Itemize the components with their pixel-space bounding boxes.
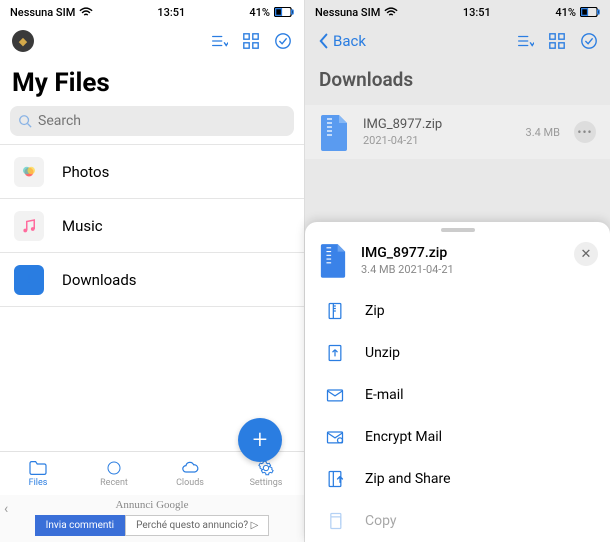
folder-list: Photos Music Downloads xyxy=(0,144,304,307)
grid-icon[interactable] xyxy=(548,32,566,50)
check-circle-icon[interactable] xyxy=(274,32,292,50)
check-circle-icon[interactable] xyxy=(580,32,598,50)
search-input[interactable] xyxy=(10,106,294,136)
clock: 13:51 xyxy=(463,6,491,19)
battery-icon xyxy=(274,7,294,17)
row-downloads[interactable]: Downloads xyxy=(0,253,304,307)
ad-area: ‹ Annunci Google Invia commenti Perché q… xyxy=(0,495,304,542)
row-label: Downloads xyxy=(62,271,137,289)
row-label: Music xyxy=(62,217,103,235)
chevron-left-icon xyxy=(317,33,331,49)
tab-files[interactable]: Files xyxy=(0,452,76,495)
battery-icon xyxy=(580,7,600,17)
carrier: Nessuna SIM xyxy=(315,6,380,19)
statusbar: Nessuna SIM 13:51 41% xyxy=(305,0,610,24)
sheet-item-zip[interactable]: Zip xyxy=(305,290,610,332)
ad-feedback-button[interactable]: Invia commenti xyxy=(35,515,125,536)
sheet-file-name: IMG_8977.zip xyxy=(361,245,454,261)
fab-add-button[interactable]: + xyxy=(238,418,282,462)
screen-right: Nessuna SIM 13:51 41% Back Downloads IMG… xyxy=(305,0,610,542)
zip-icon xyxy=(325,301,345,321)
email-icon xyxy=(325,385,345,405)
tab-label: Recent xyxy=(100,478,128,488)
sheet-item-label: Encrypt Mail xyxy=(365,429,442,445)
action-sheet: IMG_8977.zip 3.4 MB 2021-04-21 ✕ Zip Unz… xyxy=(305,222,610,542)
clock-icon xyxy=(104,460,124,476)
search-field[interactable] xyxy=(38,113,286,129)
close-icon: ✕ xyxy=(581,247,592,262)
file-name: IMG_8977.zip xyxy=(363,117,512,132)
battery-pct: 41% xyxy=(249,6,270,19)
sheet-file-meta: 3.4 MB 2021-04-21 xyxy=(361,263,454,276)
battery-pct: 41% xyxy=(555,6,576,19)
sheet-item-copy[interactable]: Copy xyxy=(305,500,610,542)
copy-icon xyxy=(325,511,345,531)
sheet-item-zip-share[interactable]: Zip and Share xyxy=(305,458,610,500)
cloud-icon xyxy=(180,460,200,476)
more-button[interactable]: ••• xyxy=(574,121,596,143)
sheet-item-encrypt-mail[interactable]: Encrypt Mail xyxy=(305,416,610,458)
sheet-item-label: Copy xyxy=(365,513,397,529)
tab-clouds[interactable]: Clouds xyxy=(152,452,228,495)
sheet-item-label: Zip and Share xyxy=(365,471,451,487)
page-title: Downloads xyxy=(305,58,610,105)
sheet-item-unzip[interactable]: Unzip xyxy=(305,332,610,374)
search-icon xyxy=(18,114,32,128)
tab-label: Clouds xyxy=(176,478,204,488)
back-label: Back xyxy=(333,32,366,50)
screen-left: Nessuna SIM 13:51 41% ◆ My Files Photos xyxy=(0,0,305,542)
photos-icon xyxy=(14,157,44,187)
wifi-icon xyxy=(384,7,398,18)
page-title: My Files xyxy=(0,58,304,106)
sheet-item-label: E-mail xyxy=(365,387,404,403)
sheet-item-label: Zip xyxy=(365,303,385,319)
zip-file-icon xyxy=(319,113,349,151)
folder-icon xyxy=(28,460,48,476)
music-icon xyxy=(14,211,44,241)
downloads-folder-icon xyxy=(14,265,44,295)
back-button[interactable]: Back xyxy=(317,32,366,50)
tab-recent[interactable]: Recent xyxy=(76,452,152,495)
zip-file-icon xyxy=(319,242,347,278)
encrypt-mail-icon xyxy=(325,427,345,447)
clock: 13:51 xyxy=(157,6,185,19)
tab-label: Settings xyxy=(250,478,283,488)
wifi-icon xyxy=(79,7,93,18)
carrier: Nessuna SIM xyxy=(10,6,75,19)
topbar: Back xyxy=(305,24,610,58)
plus-icon: + xyxy=(253,427,268,453)
ad-why-button[interactable]: Perché questo annuncio? ▷ xyxy=(125,515,269,536)
file-row[interactable]: IMG_8977.zip 2021-04-21 3.4 MB ••• xyxy=(305,105,610,159)
row-photos[interactable]: Photos xyxy=(0,145,304,199)
file-size: 3.4 MB xyxy=(526,126,560,139)
unzip-icon xyxy=(325,343,345,363)
file-date: 2021-04-21 xyxy=(363,134,512,147)
sheet-item-email[interactable]: E-mail xyxy=(305,374,610,416)
statusbar: Nessuna SIM 13:51 41% xyxy=(0,0,304,24)
row-music[interactable]: Music xyxy=(0,199,304,253)
sort-icon[interactable] xyxy=(516,32,534,50)
sheet-item-label: Unzip xyxy=(365,345,400,361)
ad-back-arrow[interactable]: ‹ xyxy=(4,501,8,517)
row-label: Photos xyxy=(62,163,109,181)
zip-share-icon xyxy=(325,469,345,489)
sort-icon[interactable] xyxy=(210,32,228,50)
tab-label: Files xyxy=(29,478,48,488)
close-button[interactable]: ✕ xyxy=(574,242,598,266)
app-badge-icon[interactable]: ◆ xyxy=(12,30,34,52)
topbar: ◆ xyxy=(0,24,304,58)
grid-icon[interactable] xyxy=(242,32,260,50)
ad-title: Annunci Google xyxy=(0,499,304,511)
